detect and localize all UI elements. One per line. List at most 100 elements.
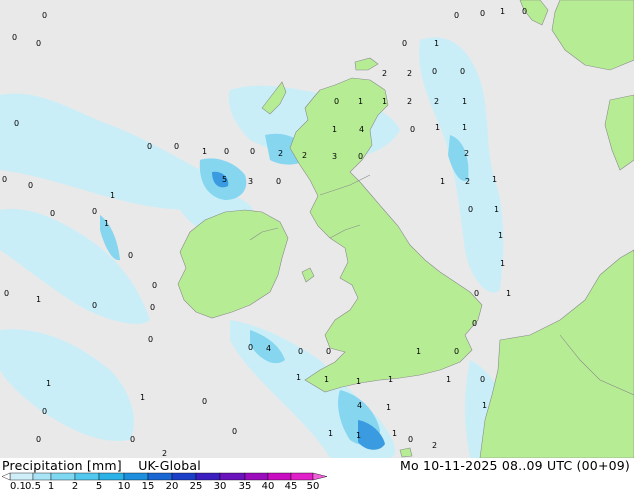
precip-value-label: 0: [248, 343, 253, 352]
precip-value-label: 2: [465, 177, 470, 186]
precip-value-label: 0: [202, 397, 207, 406]
legend-color-swatch: [195, 472, 221, 481]
precip-value-label: 1: [36, 295, 41, 304]
precip-value-label: 1: [140, 393, 145, 402]
legend-color-swatch: [123, 472, 149, 481]
precip-value-label: 1: [498, 231, 503, 240]
precip-value-label: 1: [462, 97, 467, 106]
precip-value-label: 0: [36, 435, 41, 444]
precip-value-label: 1: [202, 147, 207, 156]
precip-value-label: 0: [326, 347, 331, 356]
precip-value-label: 0: [92, 301, 97, 310]
precip-value-label: 0: [130, 435, 135, 444]
precip-value-label: 0: [474, 289, 479, 298]
legend-tick-label: 5: [96, 481, 102, 490]
precip-value-label: 2: [434, 97, 439, 106]
precip-value-label: 2: [382, 69, 387, 78]
precip-value-label: 0: [334, 97, 339, 106]
precip-value-label: 0: [174, 142, 179, 151]
precip-value-label: 0: [250, 147, 255, 156]
legend-tick-label: 10: [118, 481, 131, 490]
precip-value-label: 0: [358, 152, 363, 161]
precip-value-label: 1: [446, 375, 451, 384]
precip-value-label: 0: [42, 407, 47, 416]
precip-value-label: 1: [104, 219, 109, 228]
precip-value-label: 1: [500, 7, 505, 16]
precip-value-label: 0: [14, 119, 19, 128]
product-title: Precipitation [mm] UK-Global: [2, 458, 201, 473]
precip-value-label: 0: [152, 281, 157, 290]
precip-value-label: 0: [12, 33, 17, 42]
legend-arrow-left: [1, 472, 11, 481]
precip-value-label: 0: [4, 289, 9, 298]
legend-tick-labels: 0.1 0.5 1 2 5 10 15 20 25 30 35 40 45 50: [10, 481, 319, 490]
precip-value-label: 1: [332, 125, 337, 134]
legend-tick-label: 0.5: [25, 481, 41, 490]
legend-color-swatch: [219, 472, 246, 481]
legend-tick-label: 1: [48, 481, 54, 490]
legend-tick-label: 35: [239, 481, 252, 490]
precip-value-label: 4: [357, 401, 362, 410]
legend-tick-label: 15: [142, 481, 155, 490]
legend-color-swatch: [244, 472, 269, 481]
precip-value-label: 0: [150, 303, 155, 312]
precip-value-label: 1: [382, 97, 387, 106]
precip-value-label: 1: [328, 429, 333, 438]
precip-value-label: 0: [522, 7, 527, 16]
precip-value-label: 1: [500, 259, 505, 268]
legend-color-swatch: [290, 472, 314, 481]
precip-value-label: 0: [92, 207, 97, 216]
precip-value-label: 2: [407, 69, 412, 78]
legend-arrow: [312, 472, 328, 481]
legend-color-swatch: [267, 472, 292, 481]
legend-color-swatch: [98, 472, 125, 481]
precip-value-label: 1: [388, 375, 393, 384]
precip-value-label: 0: [276, 177, 281, 186]
legend-color-swatch: [74, 472, 100, 481]
legend-colorbar: [1, 472, 328, 481]
precip-value-label: 1: [356, 377, 361, 386]
precip-value-label: 1: [440, 177, 445, 186]
precip-value-label: 1: [386, 403, 391, 412]
precip-value-label: 0: [128, 251, 133, 260]
product-label: Precipitation [mm]: [2, 458, 122, 473]
precip-value-label: 0: [402, 39, 407, 48]
precip-value-label: 0: [2, 175, 7, 184]
precip-value-label: 0: [42, 11, 47, 20]
precip-value-label: 1: [482, 401, 487, 410]
precip-value-label: 0: [36, 39, 41, 48]
legend-tick-label: 25: [190, 481, 203, 490]
legend-tick-label: 50: [307, 481, 320, 490]
legend-tick-label: 40: [262, 481, 275, 490]
precip-value-label: 2: [432, 441, 437, 450]
precip-value-label: 1: [356, 431, 361, 440]
precip-value-label: 1: [435, 123, 440, 132]
legend-color-swatch: [32, 472, 52, 481]
valid-time-label: Mo 10-11-2025 08..09 UTC (00+09): [400, 458, 630, 473]
precip-value-label: 3: [248, 177, 253, 186]
legend-tick-label: 2: [72, 481, 78, 490]
precip-value-label: 0: [454, 11, 459, 20]
precipitation-map: 0 10 0 000 0 12 2 0 00 1 1 2 2 101 40 1 10 01 0 0 2 2 3 0 2005 3 0…: [0, 0, 634, 458]
precip-value-label: 1: [324, 375, 329, 384]
precip-value-label: 0: [28, 181, 33, 190]
precip-value-label: 1: [358, 97, 363, 106]
precip-value-label: 1: [110, 191, 115, 200]
precip-value-label: 0: [480, 9, 485, 18]
precip-value-label: 2: [464, 149, 469, 158]
precip-value-label: 0: [408, 435, 413, 444]
legend-color-swatch: [147, 472, 173, 481]
precip-value-label: 1: [296, 373, 301, 382]
precip-value-label: 4: [359, 125, 364, 134]
land-channel-islands: [399, 447, 413, 458]
precip-value-label: 0: [454, 347, 459, 356]
precip-value-label: 1: [506, 289, 511, 298]
legend-color-swatch: [9, 472, 34, 481]
precip-value-label: 1: [462, 123, 467, 132]
precip-value-label: 0: [480, 375, 485, 384]
precip-value-label: 2: [302, 151, 307, 160]
precip-value-label: 0: [147, 142, 152, 151]
precip-value-label: 0: [232, 427, 237, 436]
precip-value-label: 0: [432, 67, 437, 76]
precip-value-label: 0: [472, 319, 477, 328]
